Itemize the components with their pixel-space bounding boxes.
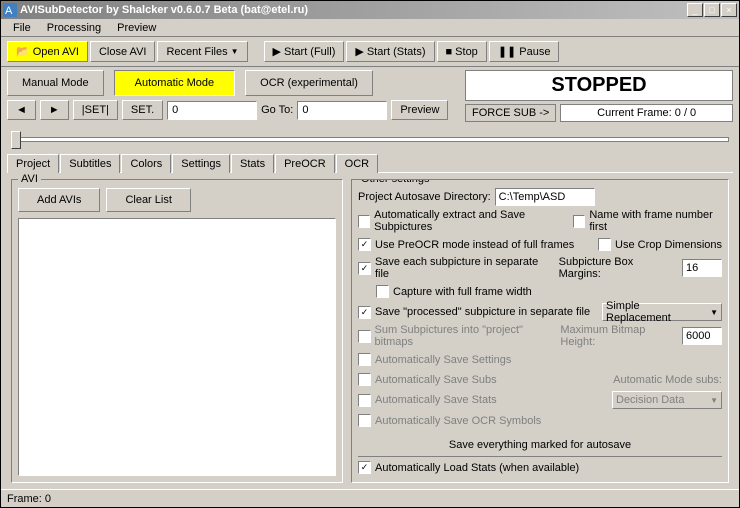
sum-checkbox xyxy=(358,330,371,343)
automatic-mode-button[interactable]: Automatic Mode xyxy=(114,70,235,96)
pause-icon: ❚❚ xyxy=(498,45,516,58)
ocr-mode-button[interactable]: OCR (experimental) xyxy=(245,70,373,96)
menu-file[interactable]: File xyxy=(5,20,39,36)
tab-colors[interactable]: Colors xyxy=(121,154,171,173)
margins-input[interactable] xyxy=(682,259,722,277)
save-marked-button[interactable]: Save everything marked for autosave xyxy=(441,437,639,453)
clear-list-button[interactable]: Clear List xyxy=(106,188,190,212)
tab-preocr[interactable]: PreOCR xyxy=(275,154,335,173)
slider-thumb[interactable] xyxy=(11,131,21,149)
play-icon: ▶ xyxy=(355,45,363,58)
dropdown-icon: ▼ xyxy=(231,47,239,56)
frame-input-2[interactable] xyxy=(297,101,387,120)
app-icon: A xyxy=(3,3,17,17)
close-avi-button[interactable]: Close AVI xyxy=(90,41,156,62)
autosave-dir-input[interactable] xyxy=(495,188,595,206)
tab-stats[interactable]: Stats xyxy=(231,154,274,173)
sep-file-checkbox[interactable]: ✓ xyxy=(358,262,371,275)
titlebar: A AVISubDetector by Shalcker v0.6.0.7 Be… xyxy=(1,1,739,19)
margins-label: Subpicture Box Margins: xyxy=(559,256,678,280)
frame-input-1[interactable] xyxy=(167,101,257,120)
tab-project[interactable]: Project xyxy=(7,154,59,173)
open-avi-button[interactable]: 📂Open AVI xyxy=(7,41,88,62)
avi-group-title: AVI xyxy=(18,173,41,185)
main-toolbar: 📂Open AVI Close AVI Recent Files ▼ ▶ Sta… xyxy=(1,37,739,67)
pause-button[interactable]: ❚❚ Pause xyxy=(489,41,560,62)
set-upper-button[interactable]: |SET| xyxy=(73,100,118,120)
auto-ocr-checkbox xyxy=(358,414,371,427)
prev-button[interactable]: ◄ xyxy=(7,100,36,120)
timeline-slider[interactable] xyxy=(11,129,729,149)
capture-full-checkbox[interactable] xyxy=(376,285,389,298)
menu-processing[interactable]: Processing xyxy=(39,20,109,36)
current-frame-display: Current Frame: 0 / 0 xyxy=(560,104,733,122)
decision-select[interactable]: Decision Data xyxy=(612,391,722,409)
close-button[interactable]: × xyxy=(721,3,737,17)
status-frame: Frame: 0 xyxy=(7,493,51,505)
avi-listbox[interactable] xyxy=(18,218,336,476)
autosave-dir-label: Project Autosave Directory: xyxy=(358,191,491,203)
statusbar: Frame: 0 xyxy=(1,489,739,507)
recent-files-button[interactable]: Recent Files ▼ xyxy=(157,41,247,62)
name-frame-checkbox[interactable] xyxy=(573,215,585,228)
svg-text:A: A xyxy=(5,5,13,17)
other-group-title: Other settings xyxy=(358,179,432,185)
stop-icon: ■ xyxy=(446,46,453,58)
force-sub-button[interactable]: FORCE SUB -> xyxy=(465,104,556,122)
tab-bar: Project Subtitles Colors Settings Stats … xyxy=(1,153,739,172)
replacement-select[interactable]: Simple Replacement xyxy=(602,303,722,321)
max-height-label: Maximum Bitmap Height: xyxy=(560,324,678,348)
maximize-button[interactable]: □ xyxy=(704,3,720,17)
processed-checkbox[interactable]: ✓ xyxy=(358,306,371,319)
stop-button[interactable]: ■ Stop xyxy=(437,41,487,62)
tab-settings[interactable]: Settings xyxy=(172,154,230,173)
tab-subtitles[interactable]: Subtitles xyxy=(60,154,120,173)
auto-subs-checkbox xyxy=(358,373,371,386)
preocr-checkbox[interactable]: ✓ xyxy=(358,238,371,251)
window-title: AVISubDetector by Shalcker v0.6.0.7 Beta… xyxy=(20,4,687,16)
status-display: STOPPED xyxy=(465,70,733,101)
preview-button[interactable]: Preview xyxy=(391,100,448,120)
auto-extract-checkbox[interactable] xyxy=(358,215,370,228)
menu-preview[interactable]: Preview xyxy=(109,20,164,36)
crop-checkbox[interactable] xyxy=(598,238,611,251)
manual-mode-button[interactable]: Manual Mode xyxy=(7,70,104,96)
max-height-input[interactable] xyxy=(682,327,722,345)
auto-settings-checkbox xyxy=(358,353,371,366)
add-avis-button[interactable]: Add AVIs xyxy=(18,188,100,212)
auto-mode-subs-label: Automatic Mode subs: xyxy=(613,374,722,386)
auto-stats-checkbox xyxy=(358,394,371,407)
start-stats-button[interactable]: ▶ Start (Stats) xyxy=(346,41,434,62)
goto-label: Go To: xyxy=(261,104,293,116)
next-button[interactable]: ► xyxy=(40,100,69,120)
other-settings-group: Other settings Project Autosave Director… xyxy=(351,179,729,483)
set-lower-button[interactable]: SET. xyxy=(122,100,163,120)
start-full-button[interactable]: ▶ Start (Full) xyxy=(264,41,345,62)
tab-ocr[interactable]: OCR xyxy=(336,154,378,173)
load-stats-checkbox[interactable]: ✓ xyxy=(358,461,371,474)
play-icon: ▶ xyxy=(273,45,281,58)
minimize-button[interactable]: _ xyxy=(687,3,703,17)
avi-group: AVI Add AVIs Clear List xyxy=(11,179,343,483)
folder-icon: 📂 xyxy=(16,45,30,58)
menubar: File Processing Preview xyxy=(1,19,739,37)
